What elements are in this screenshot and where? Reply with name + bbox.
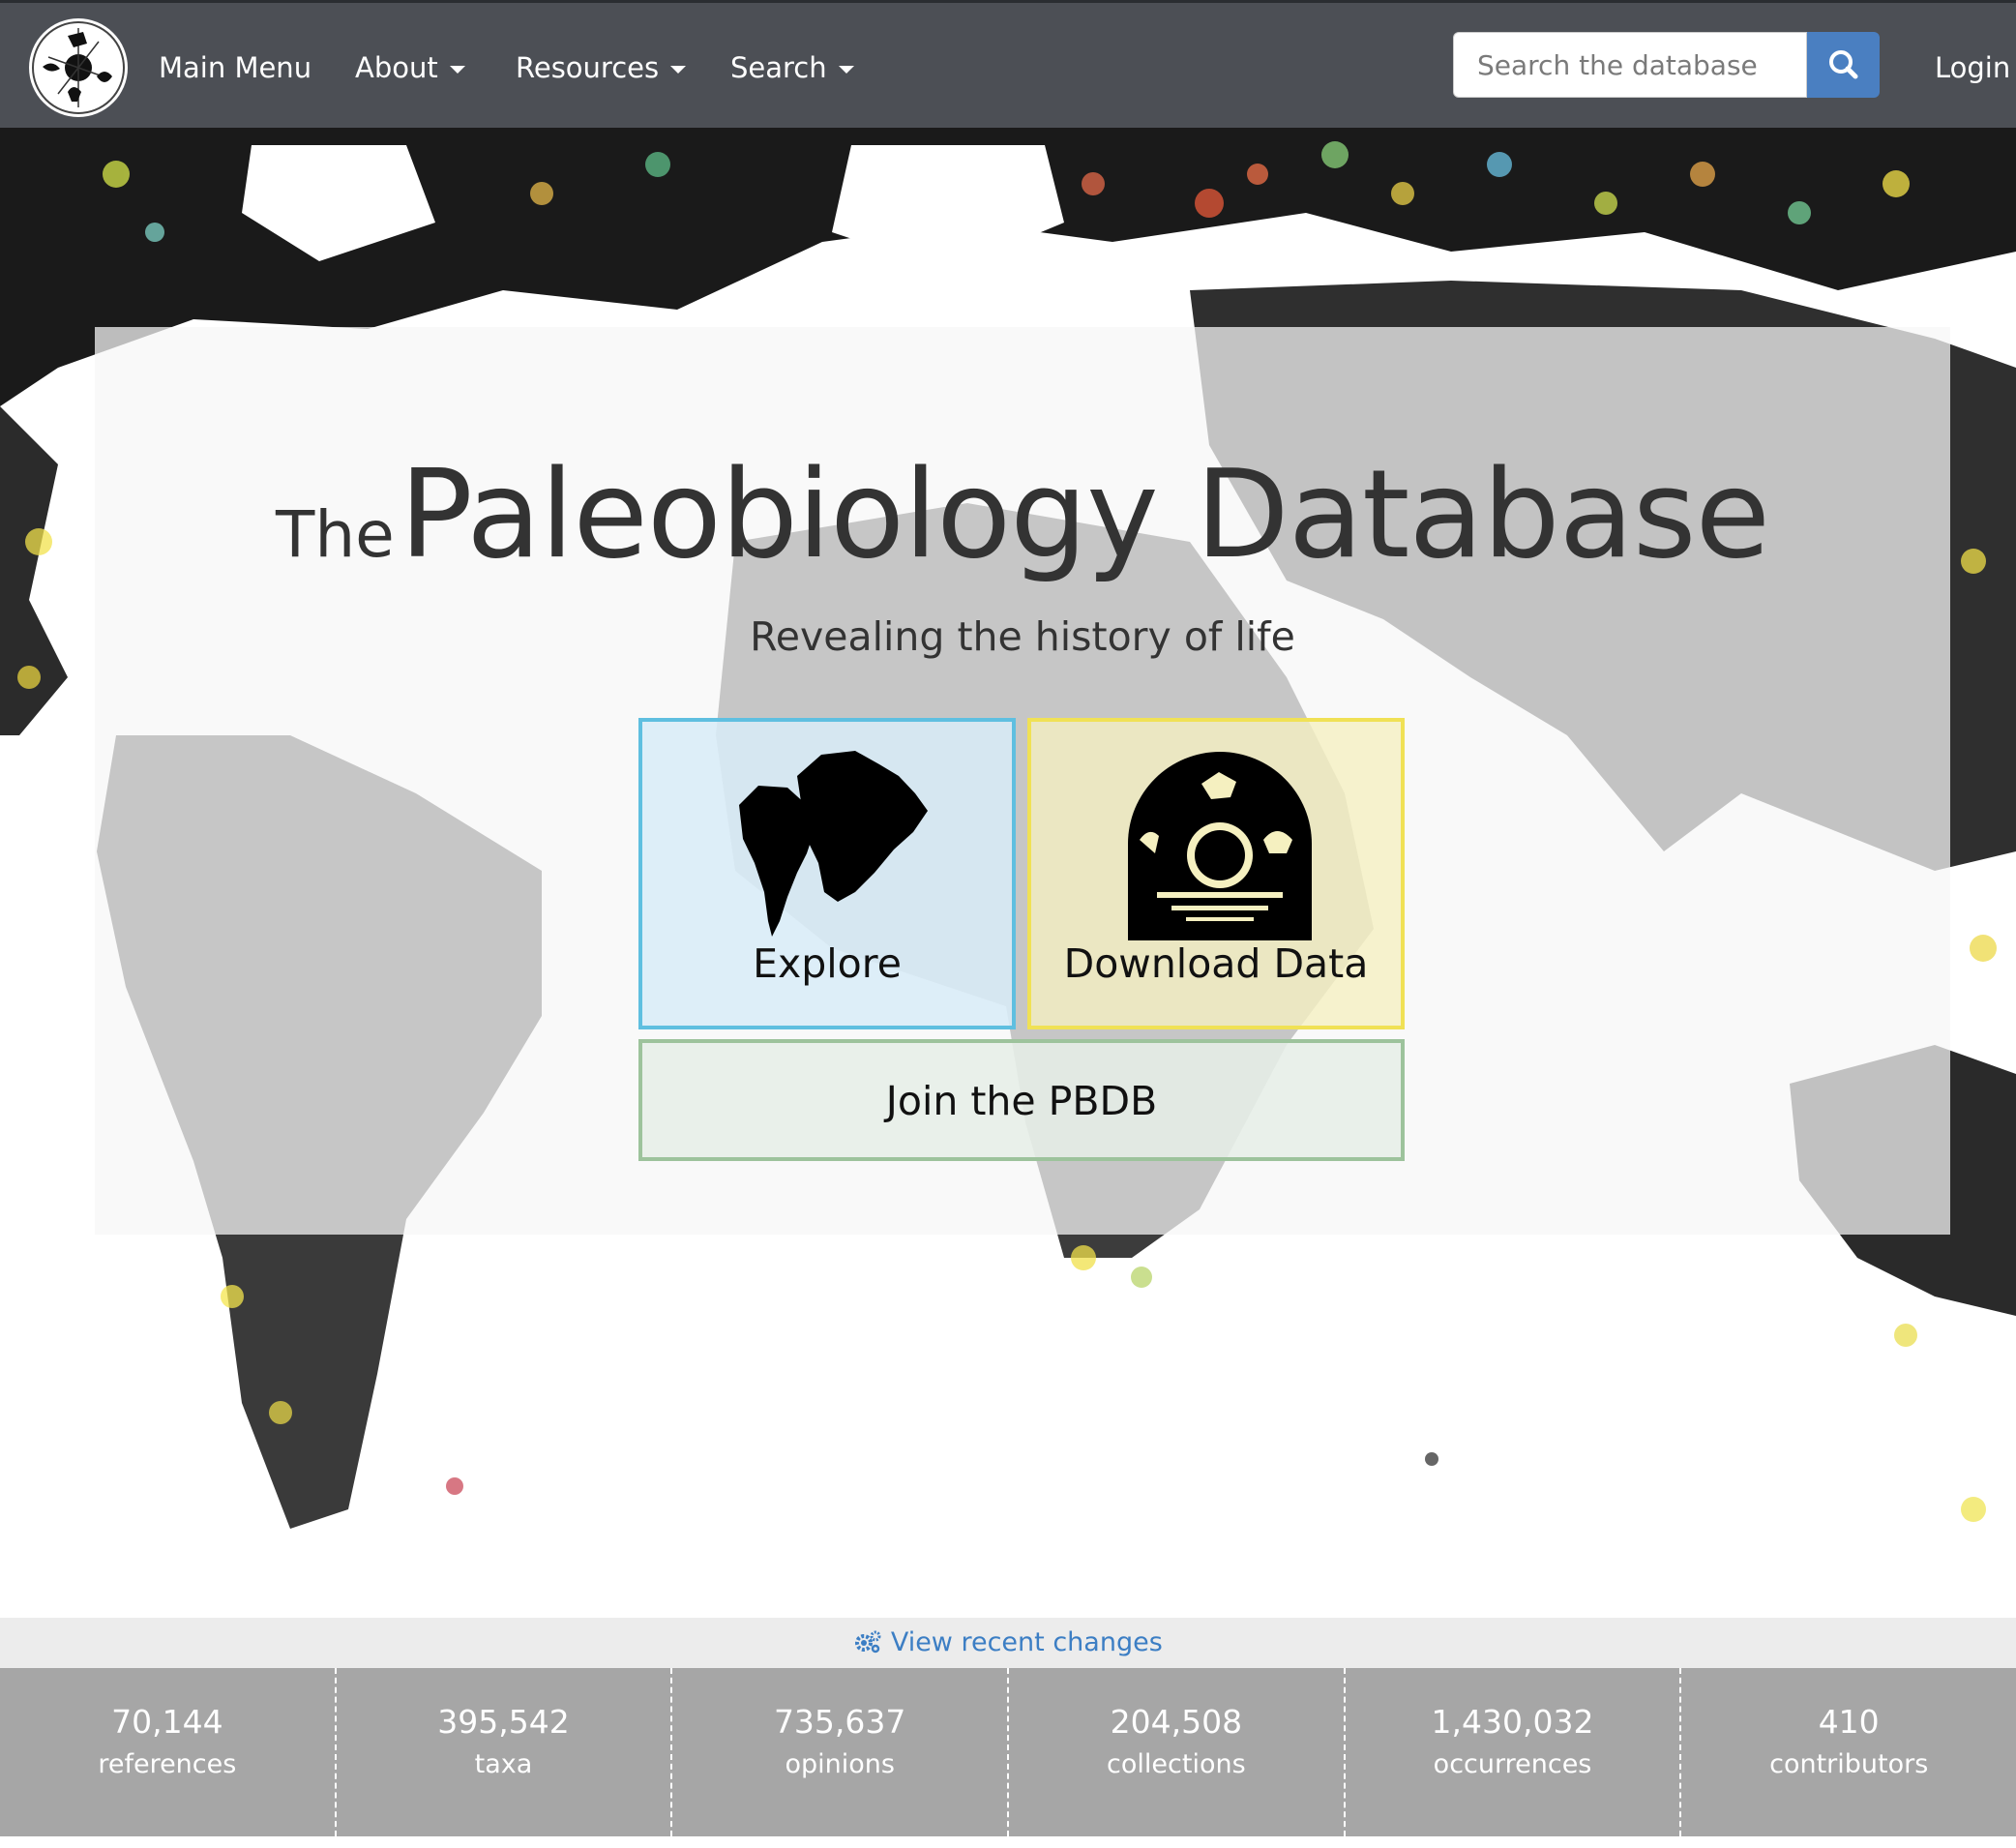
stat-value: 70,144 bbox=[111, 1703, 223, 1741]
nav-main-menu-label: Main Menu bbox=[159, 51, 312, 84]
nav-search-dropdown[interactable]: Search bbox=[730, 48, 854, 87]
stat-references[interactable]: 70,144 references bbox=[0, 1668, 337, 1836]
caret-down-icon bbox=[449, 66, 465, 74]
join-pbdb-button[interactable]: Join the PBDB bbox=[638, 1039, 1405, 1161]
login-link[interactable]: Login bbox=[1935, 48, 2010, 87]
stat-taxa[interactable]: 395,542 taxa bbox=[337, 1668, 673, 1836]
stat-label: opinions bbox=[785, 1749, 895, 1779]
recent-changes-bar: View recent changes bbox=[0, 1618, 2016, 1668]
nav-about-label: About bbox=[355, 51, 438, 84]
login-label: Login bbox=[1935, 51, 2011, 84]
stat-label: references bbox=[98, 1749, 237, 1779]
download-data-label: Download Data bbox=[1063, 940, 1369, 987]
view-recent-changes-label: View recent changes bbox=[890, 1627, 1163, 1657]
stat-collections[interactable]: 204,508 collections bbox=[1009, 1668, 1346, 1836]
stat-value: 735,637 bbox=[773, 1703, 906, 1741]
nav-search-label: Search bbox=[730, 51, 827, 84]
page-subtitle: Revealing the history of life bbox=[750, 613, 1295, 660]
stat-label: occurrences bbox=[1433, 1749, 1592, 1779]
database-search-input[interactable] bbox=[1453, 32, 1807, 98]
pbdb-logo[interactable] bbox=[29, 18, 128, 117]
caret-down-icon bbox=[670, 66, 687, 74]
download-data-button[interactable]: Download Data bbox=[1027, 718, 1405, 1029]
search-icon bbox=[1829, 50, 1858, 79]
search-submit-button[interactable] bbox=[1807, 32, 1880, 98]
stat-label: collections bbox=[1107, 1749, 1246, 1779]
stat-value: 395,542 bbox=[437, 1703, 570, 1741]
view-recent-changes-link[interactable]: View recent changes bbox=[853, 1627, 1163, 1657]
explore-button[interactable]: Explore bbox=[638, 718, 1016, 1029]
nav-resources-label: Resources bbox=[516, 51, 660, 84]
hero-panel: The Paleobiology Database Revealing the … bbox=[95, 327, 1950, 1235]
caret-down-icon bbox=[838, 66, 854, 74]
gears-icon bbox=[855, 1630, 881, 1654]
stat-value: 204,508 bbox=[1110, 1703, 1243, 1741]
nav-about-dropdown[interactable]: About bbox=[355, 48, 465, 87]
nav-main-menu[interactable]: Main Menu bbox=[159, 48, 311, 87]
join-pbdb-label: Join the PBDB bbox=[885, 1078, 1158, 1124]
stat-contributors[interactable]: 410 contributors bbox=[1681, 1668, 2016, 1836]
stat-value: 1,430,032 bbox=[1431, 1703, 1594, 1741]
pbdb-logo-icon bbox=[32, 21, 125, 114]
stat-label: taxa bbox=[474, 1749, 533, 1779]
stat-opinions[interactable]: 735,637 opinions bbox=[672, 1668, 1010, 1836]
page-title: The Paleobiology Database bbox=[95, 443, 1950, 585]
fossil-dome-icon bbox=[1128, 752, 1312, 940]
top-navbar: Main Menu About Resources Search Login bbox=[0, 0, 2016, 128]
title-prefix: The bbox=[276, 497, 395, 572]
continents-icon bbox=[739, 751, 928, 937]
database-stats: 70,144 references 395,542 taxa 735,637 o… bbox=[0, 1668, 2016, 1836]
stat-occurrences[interactable]: 1,430,032 occurrences bbox=[1346, 1668, 1682, 1836]
stat-label: contributors bbox=[1769, 1749, 1929, 1779]
stat-value: 410 bbox=[1818, 1703, 1880, 1741]
explore-label: Explore bbox=[753, 940, 902, 987]
title-main: Paleobiology Database bbox=[399, 443, 1770, 585]
nav-resources-dropdown[interactable]: Resources bbox=[516, 48, 687, 87]
